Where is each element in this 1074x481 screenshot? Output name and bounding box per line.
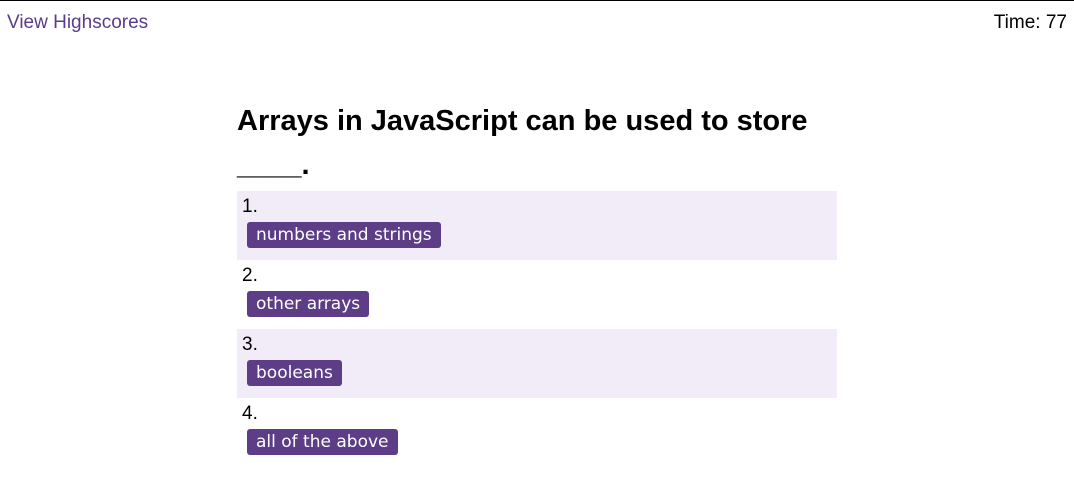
choice-button[interactable]: other arrays	[247, 291, 370, 317]
choice-button[interactable]: all of the above	[247, 429, 398, 455]
question-title: Arrays in JavaScript can be used to stor…	[237, 105, 808, 181]
choice-item: 3. booleans	[237, 329, 837, 398]
choice-list: 1. numbers and strings 2. other arrays 3…	[237, 191, 837, 467]
choice-number: 2.	[242, 265, 258, 286]
top-bar: View Highscores Time: 77	[0, 1, 1074, 45]
choice-button[interactable]: numbers and strings	[247, 222, 441, 248]
choice-number: 3.	[242, 334, 258, 355]
choice-number: 1.	[242, 196, 258, 217]
choice-button[interactable]: booleans	[247, 360, 342, 386]
choice-item: 4. all of the above	[237, 398, 837, 467]
view-highscores-link[interactable]: View Highscores	[7, 12, 148, 34]
quiz-container: Arrays in JavaScript can be used to stor…	[237, 99, 837, 455]
choice-number: 4.	[242, 403, 258, 424]
timer-display: Time: 77	[993, 12, 1067, 33]
choice-item: 2. other arrays	[237, 260, 837, 329]
choice-item: 1. numbers and strings	[237, 191, 837, 260]
